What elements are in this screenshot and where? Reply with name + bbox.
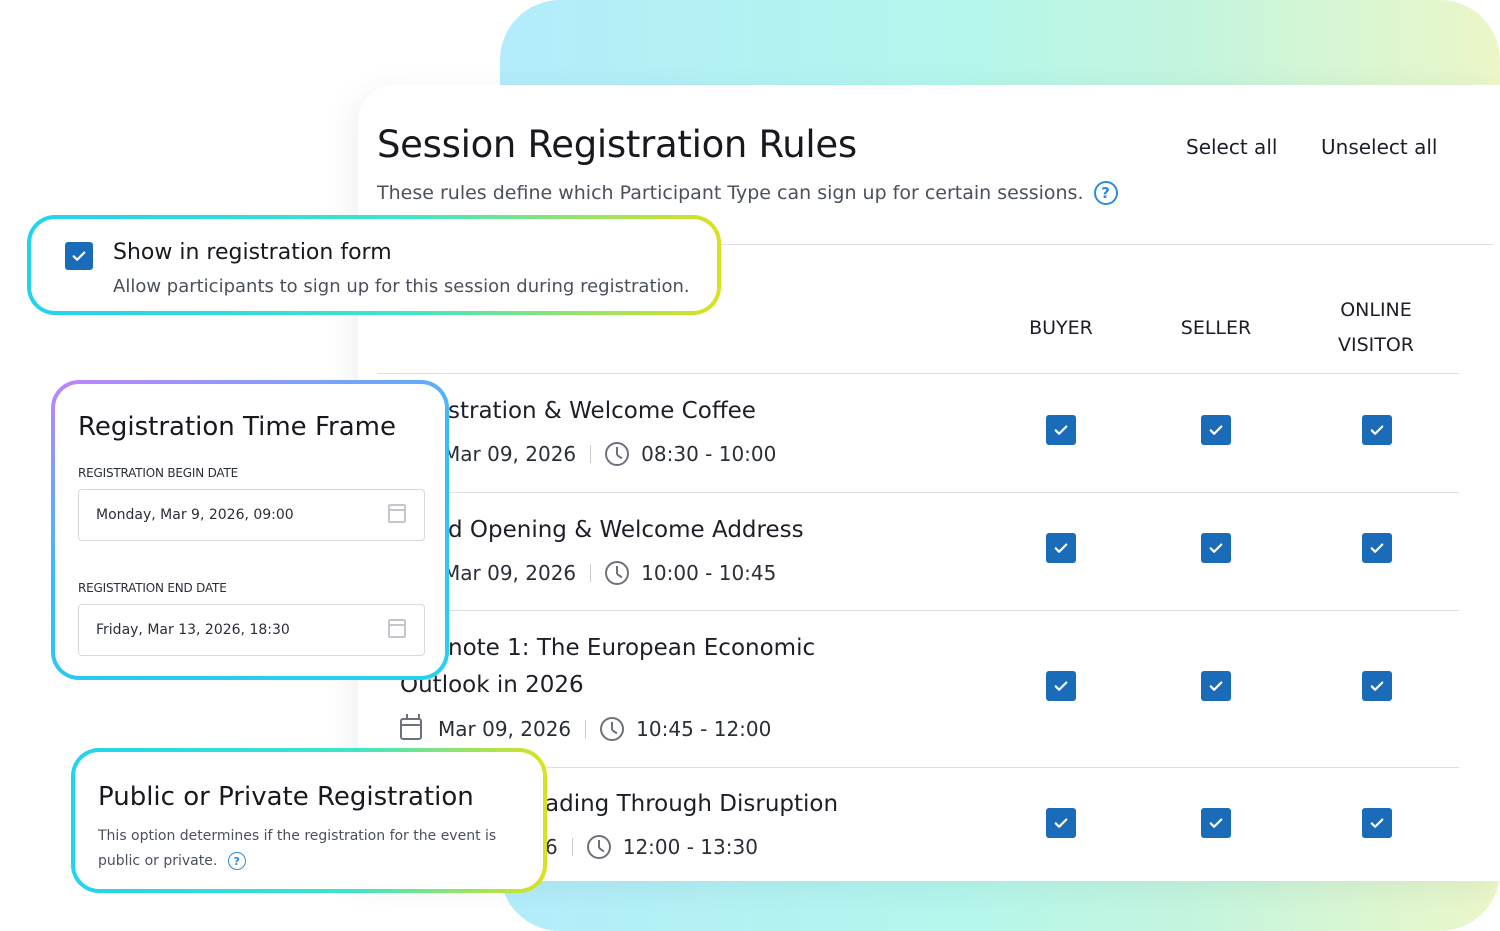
meta-separator (585, 720, 587, 738)
end-date-field[interactable]: Friday, Mar 13, 2026, 18:30 (78, 604, 425, 656)
show-in-form-card: Show in registration form Allow particip… (27, 215, 721, 315)
clock-icon (600, 717, 625, 741)
session-meta: 6 12:00 - 13:30 (545, 835, 758, 859)
session-time: 12:00 - 13:30 (622, 835, 758, 859)
row-divider (377, 492, 1459, 493)
calendar-icon (400, 714, 422, 740)
checkbox-online-visitor[interactable] (1362, 671, 1392, 701)
checkbox-seller[interactable] (1201, 671, 1231, 701)
session-date: Mar 09, 2026 (443, 561, 577, 585)
check-icon (1054, 425, 1068, 435)
check-icon (1209, 543, 1223, 553)
help-icon[interactable]: ? (227, 852, 246, 870)
checkbox-online-visitor[interactable] (1362, 808, 1392, 838)
session-time: 08:30 - 10:00 (641, 442, 777, 466)
public-private-description: This option determines if the registrati… (98, 824, 498, 874)
calendar-icon[interactable] (388, 619, 406, 638)
session-time: 10:00 - 10:45 (641, 561, 777, 585)
row-divider (377, 373, 1459, 374)
public-private-text: This option determines if the registrati… (98, 828, 497, 869)
checkbox-buyer[interactable] (1046, 415, 1076, 445)
check-icon (1054, 818, 1068, 828)
time-frame-card: Registration Time Frame REGISTRATION BEG… (51, 380, 449, 680)
session-date: Mar 09, 2026 (438, 717, 572, 741)
session-meta: Mar 09, 2026 10:45 - 12:00 (400, 714, 772, 741)
check-icon (1370, 425, 1384, 435)
checkbox-buyer[interactable] (1046, 671, 1076, 701)
session-date: Mar 09, 2026 (443, 442, 577, 466)
card-body: Show in registration form Allow particip… (31, 219, 717, 311)
check-icon (1209, 425, 1223, 435)
clock-icon (605, 442, 630, 466)
subtitle-text: These rules define which Participant Typ… (377, 182, 1084, 204)
checkbox-seller[interactable] (1201, 415, 1231, 445)
check-icon (1054, 681, 1068, 691)
check-icon (1370, 543, 1384, 553)
column-header-buyer: BUYER (1029, 317, 1093, 339)
public-private-title: Public or Private Registration (98, 782, 474, 812)
check-icon (1370, 818, 1384, 828)
checkbox-online-visitor[interactable] (1362, 533, 1392, 563)
begin-date-value: Monday, Mar 9, 2026, 09:00 (96, 507, 294, 523)
show-in-form-title: Show in registration form (113, 240, 392, 265)
clock-icon (605, 561, 630, 585)
checkbox-seller[interactable] (1201, 808, 1231, 838)
begin-date-field[interactable]: Monday, Mar 9, 2026, 09:00 (78, 489, 425, 541)
meta-separator (590, 564, 592, 582)
help-icon[interactable]: ? (1093, 181, 1118, 205)
end-date-value: Friday, Mar 13, 2026, 18:30 (96, 622, 290, 638)
check-icon (72, 251, 86, 261)
page-title: Session Registration Rules (377, 123, 857, 166)
end-date-label: REGISTRATION END DATE (78, 581, 227, 595)
session-title: d Opening & Welcome Address (448, 517, 804, 543)
time-frame-title: Registration Time Frame (78, 412, 396, 442)
column-header-online-visitor: ONLINE VISITOR (1316, 293, 1436, 363)
public-private-card: Public or Private Registration This opti… (71, 748, 547, 893)
clock-icon (586, 835, 611, 859)
checkbox-buyer[interactable] (1046, 808, 1076, 838)
session-meta: Mar 09, 2026 08:30 - 10:00 (443, 442, 776, 466)
session-time: 10:45 - 12:00 (636, 717, 772, 741)
meta-separator (571, 838, 573, 856)
begin-date-label: REGISTRATION BEGIN DATE (78, 466, 239, 480)
column-header-online-line1: ONLINE (1340, 299, 1412, 321)
checkbox-buyer[interactable] (1046, 533, 1076, 563)
select-all-button[interactable]: Select all (1186, 135, 1277, 159)
calendar-icon[interactable] (388, 504, 406, 523)
meta-separator (590, 445, 592, 463)
page-subtitle: These rules define which Participant Typ… (377, 181, 1118, 205)
unselect-all-button[interactable]: Unselect all (1321, 135, 1437, 159)
check-icon (1209, 818, 1223, 828)
session-title: stration & Welcome Coffee (448, 398, 756, 424)
check-icon (1054, 543, 1068, 553)
checkbox-seller[interactable] (1201, 533, 1231, 563)
session-title-line1: note 1: The European Economic (448, 635, 816, 661)
card-body: Public or Private Registration This opti… (75, 752, 543, 889)
check-icon (1370, 681, 1384, 691)
show-in-form-description: Allow participants to sign up for this s… (113, 276, 690, 297)
column-header-seller: SELLER (1180, 317, 1252, 339)
card-body: Registration Time Frame REGISTRATION BEG… (55, 384, 445, 676)
check-icon (1209, 681, 1223, 691)
row-divider (377, 610, 1459, 611)
session-title: ading Through Disruption (545, 791, 839, 817)
checkbox-online-visitor[interactable] (1362, 415, 1392, 445)
show-in-form-checkbox[interactable] (65, 242, 93, 270)
column-header-online-line2: VISITOR (1337, 334, 1415, 356)
session-meta: Mar 09, 2026 10:00 - 10:45 (443, 561, 776, 585)
